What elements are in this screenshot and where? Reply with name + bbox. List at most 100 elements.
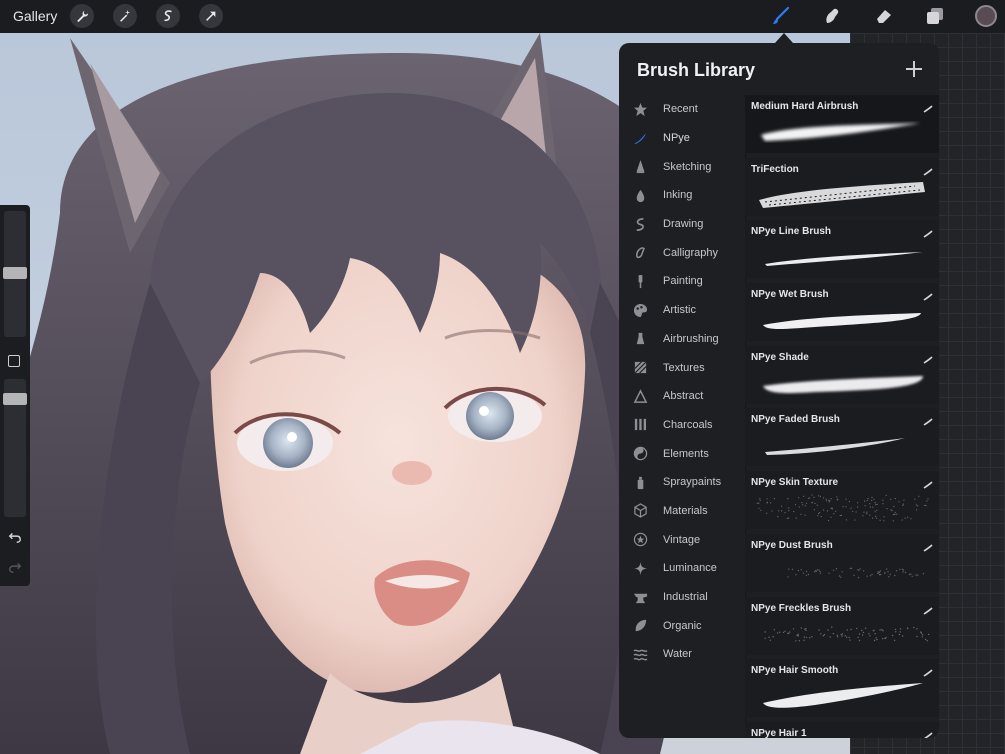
ink-drop-icon (632, 187, 648, 203)
category-item[interactable]: Sketching (627, 152, 745, 181)
vintage-star-icon (632, 532, 648, 548)
paint-brush-icon (632, 273, 648, 289)
category-label: Abstract (663, 390, 703, 402)
brush-library-panel: Brush Library Recent NPye Sketching Inking D… (619, 43, 939, 738)
brush-item[interactable]: NPye Hair Smooth (745, 659, 939, 717)
brush-item[interactable]: NPye Hair 1 (745, 722, 939, 738)
category-item[interactable]: Painting (627, 267, 745, 296)
brush-item[interactable]: NPye Dust Brush (745, 534, 939, 592)
category-label: Spraypaints (663, 476, 721, 488)
brush-name: NPye Hair 1 (751, 728, 807, 738)
brush-list: Medium Hard Airbrush TriFection NPye Line … (745, 95, 939, 738)
color-picker-button[interactable] (975, 5, 997, 27)
brush-item[interactable]: NPye Freckles Brush (745, 597, 939, 655)
category-label: NPye (663, 132, 690, 144)
category-item[interactable]: Artistic (627, 296, 745, 325)
leaf-icon (632, 618, 648, 634)
category-item[interactable]: Recent (627, 95, 745, 124)
category-item[interactable]: Charcoals (627, 411, 745, 440)
category-label: Organic (663, 620, 702, 632)
selection-icon[interactable] (156, 4, 180, 28)
category-item[interactable]: Spraypaints (627, 468, 745, 497)
brush-item[interactable]: NPye Faded Brush (745, 408, 939, 466)
left-sidebar (0, 205, 30, 586)
category-label: Charcoals (663, 419, 713, 431)
category-item[interactable]: NPye (627, 124, 745, 153)
category-label: Recent (663, 103, 698, 115)
category-label: Industrial (663, 591, 708, 603)
brush-name: NPye Hair Smooth (751, 665, 838, 676)
category-item[interactable]: Luminance (627, 554, 745, 583)
brush-stroke-indicator-icon (923, 476, 933, 484)
category-label: Vintage (663, 534, 700, 546)
wrench-icon[interactable] (70, 4, 94, 28)
brush-stroke-preview (755, 617, 930, 649)
squiggle-icon (632, 216, 648, 232)
category-label: Materials (663, 505, 708, 517)
brush-name: Medium Hard Airbrush (751, 101, 858, 112)
brush-stroke-preview (755, 679, 930, 711)
brush-item[interactable]: NPye Line Brush (745, 220, 939, 278)
brush-item[interactable]: NPye Skin Texture (745, 471, 939, 529)
gallery-button[interactable]: Gallery (13, 8, 57, 24)
charcoal-icon (632, 417, 648, 433)
add-brush-icon[interactable] (905, 60, 923, 78)
redo-icon[interactable] (7, 559, 23, 575)
brush-name: NPye Skin Texture (751, 477, 838, 488)
category-item[interactable]: Industrial (627, 583, 745, 612)
brush-name: NPye Faded Brush (751, 414, 840, 425)
modify-button[interactable] (8, 355, 20, 367)
transform-arrow-icon[interactable] (199, 4, 223, 28)
brush-stroke-preview (755, 115, 930, 147)
undo-icon[interactable] (7, 529, 23, 545)
brush-stroke-icon (632, 130, 648, 146)
brush-name: NPye Dust Brush (751, 540, 833, 551)
palette-icon (632, 302, 648, 318)
brush-item[interactable]: NPye Shade (745, 346, 939, 404)
category-item[interactable]: Elements (627, 439, 745, 468)
category-label: Water (663, 648, 692, 660)
brush-stroke-indicator-icon (923, 602, 933, 610)
category-item[interactable]: Drawing (627, 210, 745, 239)
category-item[interactable]: Materials (627, 497, 745, 526)
brush-item[interactable]: NPye Wet Brush (745, 283, 939, 341)
layers-icon[interactable] (924, 5, 946, 27)
brush-stroke-preview (755, 428, 930, 460)
category-item[interactable]: Water (627, 640, 745, 669)
brush-name: NPye Wet Brush (751, 289, 829, 300)
pencil-tip-icon (632, 159, 648, 175)
category-item[interactable]: Organic (627, 611, 745, 640)
magic-wand-icon[interactable] (113, 4, 137, 28)
category-item[interactable]: Vintage (627, 525, 745, 554)
brush-name: TriFection (751, 164, 799, 175)
category-label: Artistic (663, 304, 696, 316)
airbrush-icon (632, 331, 648, 347)
popover-pointer (775, 33, 793, 43)
brush-category-list: Recent NPye Sketching Inking Drawing Calligra… (627, 95, 745, 669)
category-label: Luminance (663, 562, 717, 574)
yin-yang-icon (632, 446, 648, 462)
category-item[interactable]: Textures (627, 353, 745, 382)
brush-stroke-indicator-icon (923, 288, 933, 296)
star-icon (632, 101, 648, 117)
category-label: Inking (663, 189, 692, 201)
category-item[interactable]: Calligraphy (627, 238, 745, 267)
smudge-icon[interactable] (821, 5, 843, 27)
brush-stroke-indicator-icon (923, 413, 933, 421)
brush-stroke-indicator-icon (923, 225, 933, 233)
brush-size-thumb[interactable] (3, 267, 27, 279)
brush-stroke-preview (755, 366, 930, 398)
category-item[interactable]: Abstract (627, 382, 745, 411)
eraser-icon[interactable] (873, 5, 895, 27)
brush-item[interactable]: Medium Hard Airbrush (745, 95, 939, 153)
brush-icon[interactable] (770, 5, 792, 27)
brush-item[interactable]: TriFection (745, 158, 939, 216)
opacity-thumb[interactable] (3, 393, 27, 405)
calligraphy-icon (632, 245, 648, 261)
triangle-icon (632, 388, 648, 404)
sparkle-icon (632, 560, 648, 576)
category-item[interactable]: Airbrushing (627, 325, 745, 354)
brush-stroke-indicator-icon (923, 163, 933, 171)
category-item[interactable]: Inking (627, 181, 745, 210)
waves-icon (632, 646, 648, 662)
